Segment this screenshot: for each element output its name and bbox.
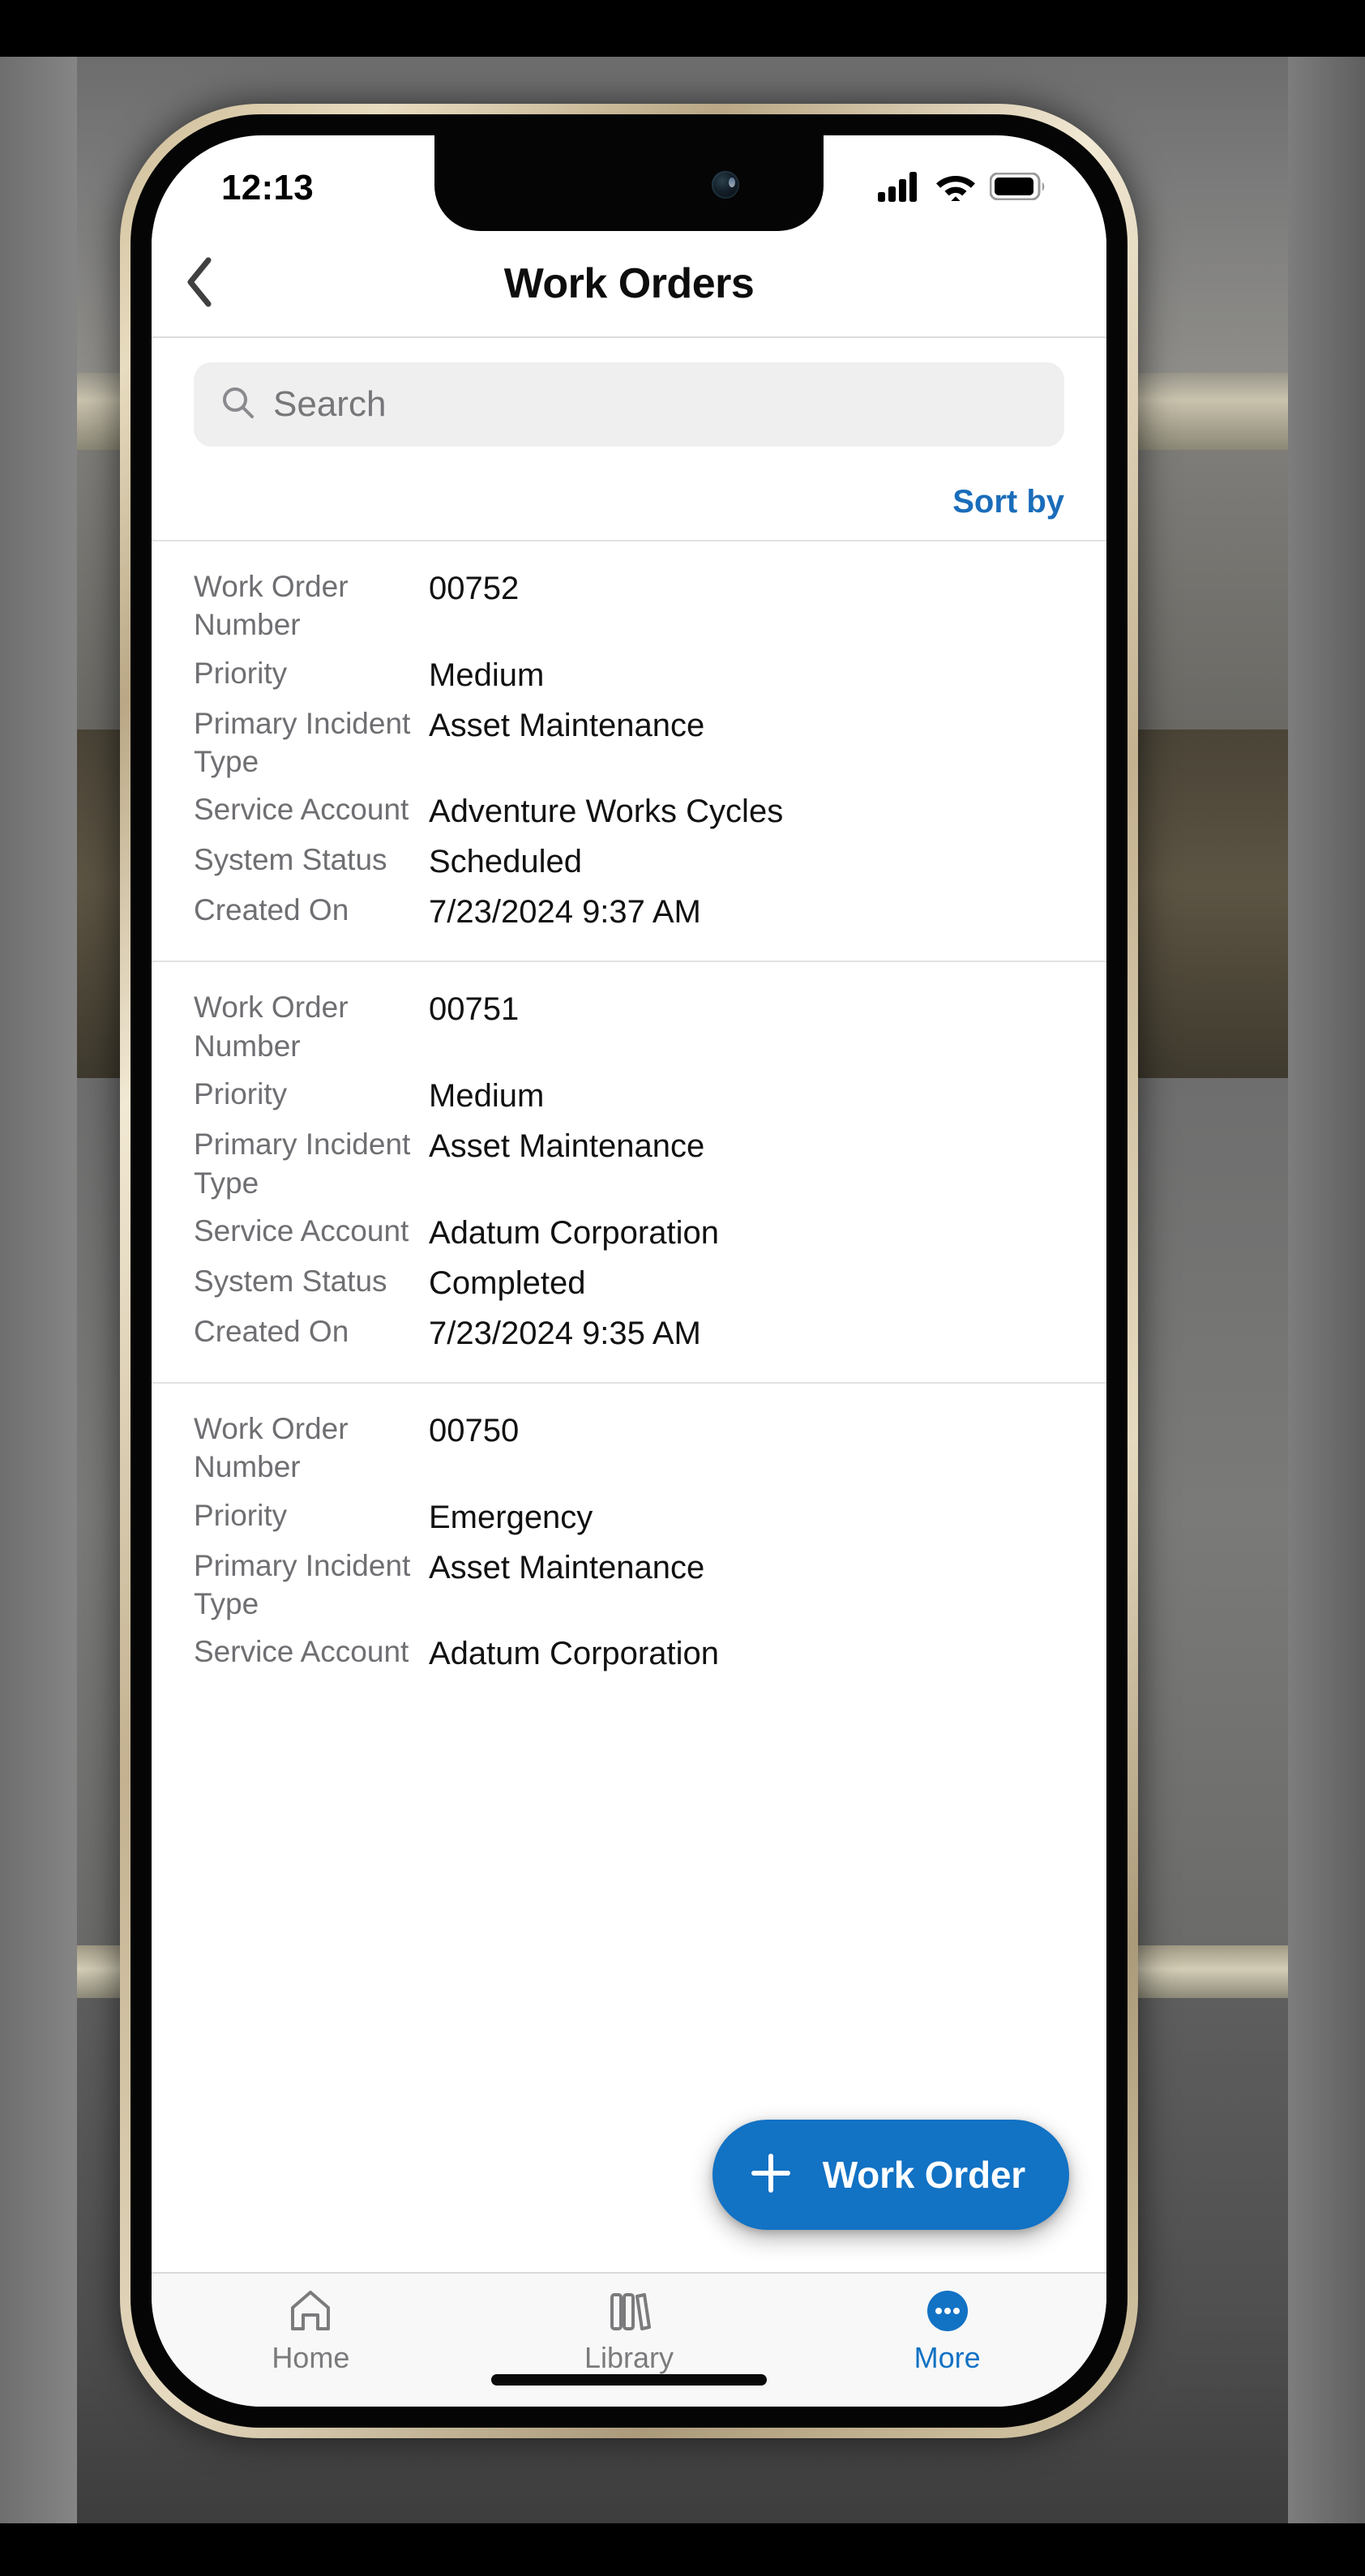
field-label-priority: Priority [194,1498,288,1532]
field-row: Primary Incident Type Asset Maintenance [194,700,1064,786]
field-label-system-status: System Status [194,843,387,877]
phone-bezel: 12:13 Work Orders Search Sort by Work Or… [131,114,1128,2428]
field-row: Primary Incident Type Asset Maintenance [194,1542,1064,1628]
field-row: Primary Incident Type Asset Maintenance [194,1120,1064,1207]
field-label-primary-incident-type: Primary Incident Type [194,1548,411,1620]
field-row: Priority Medium [194,1070,1064,1120]
tab-more[interactable]: More [788,2274,1106,2407]
tab-more-label: More [914,2341,981,2374]
field-value-created-on: 7/23/2024 9:35 AM [429,1315,701,1351]
field-value-created-on: 7/23/2024 9:37 AM [429,894,701,931]
field-value-priority: Medium [429,1078,545,1115]
field-row: System Status Scheduled [194,836,1064,886]
fab-label: Work Order [822,2154,1025,2196]
backdrop-edge-left [0,57,77,2523]
battery-icon [989,172,1046,204]
new-work-order-fab[interactable]: Work Order [712,2120,1069,2230]
home-icon [287,2287,334,2334]
field-label-primary-incident-type: Primary Incident Type [194,706,411,779]
tab-bar: Home Library More [152,2272,1106,2407]
field-value-primary-incident-type: Asset Maintenance [429,1549,705,1585]
field-value-system-status: Scheduled [429,844,583,880]
field-label-system-status: System Status [194,1264,387,1298]
work-order-card[interactable]: Work Order Number 00751 Priority Medium … [152,961,1106,1381]
field-label-priority: Priority [194,656,288,690]
search-placeholder: Search [273,384,387,424]
search-container: Search [152,338,1106,447]
field-row: Service Account Adatum Corporation [194,1628,1064,1678]
field-label-created-on: Created On [194,893,349,927]
search-icon [221,386,255,424]
field-label-service-account: Service Account [194,793,409,827]
field-label-work-order-number: Work Order Number [194,570,349,642]
field-row: Priority Medium [194,649,1064,700]
field-value-work-order-number: 00752 [429,571,520,606]
field-value-service-account: Adventure Works Cycles [429,794,784,830]
home-indicator[interactable] [491,2374,767,2386]
wifi-icon [935,171,976,206]
more-ellipsis-icon [924,2287,971,2334]
field-value-priority: Emergency [429,1499,593,1535]
page-title: Work Orders [503,260,755,307]
work-order-card[interactable]: Work Order Number 00752 Priority Medium … [152,540,1106,961]
phone-device: 12:13 Work Orders Search Sort by Work Or… [120,104,1138,2438]
field-value-service-account: Adatum Corporation [429,1214,719,1251]
field-value-system-status: Completed [429,1264,586,1301]
field-row: Service Account Adatum Corporation [194,1207,1064,1257]
tab-home-label: Home [272,2341,350,2374]
nav-bar: Work Orders [152,231,1106,338]
phone-screen: 12:13 Work Orders Search Sort by Work Or… [152,135,1106,2407]
tab-library[interactable]: Library [470,2274,789,2407]
chevron-left-icon [184,255,216,313]
status-indicators [878,171,1046,206]
field-label-work-order-number: Work Order Number [194,1411,349,1484]
field-value-primary-incident-type: Asset Maintenance [429,707,705,743]
field-label-service-account: Service Account [194,1635,409,1669]
field-row: Created On 7/23/2024 9:37 AM [194,886,1064,936]
status-clock: 12:13 [221,168,315,208]
tab-library-label: Library [584,2341,674,2374]
backdrop-edge-right [1288,57,1365,2523]
backdrop-band [0,0,1365,57]
field-value-primary-incident-type: Asset Maintenance [429,1128,705,1165]
field-label-priority: Priority [194,1077,288,1111]
backdrop-band [0,2523,1365,2576]
library-icon [605,2287,653,2334]
field-value-priority: Medium [429,657,545,693]
field-label-primary-incident-type: Primary Incident Type [194,1128,411,1200]
tab-home[interactable]: Home [152,2274,470,2407]
field-row: Work Order Number 00751 [194,983,1064,1070]
field-label-work-order-number: Work Order Number [194,991,349,1063]
field-row: System Status Completed [194,1257,1064,1307]
sort-by-button[interactable]: Sort by [952,484,1064,520]
field-value-work-order-number: 00751 [429,991,520,1028]
work-order-card[interactable]: Work Order Number 00750 Priority Emergen… [152,1381,1106,1702]
field-label-service-account: Service Account [194,1213,409,1247]
sort-row: Sort by [152,447,1106,540]
back-button[interactable] [152,231,249,336]
field-value-work-order-number: 00750 [429,1412,520,1448]
field-row: Work Order Number 00750 [194,1405,1064,1491]
work-order-list: Search Sort by Work Order Number 00752 P… [152,338,1106,2272]
plus-icon [748,2150,794,2200]
field-label-created-on: Created On [194,1314,349,1348]
cellular-signal-icon [878,171,922,206]
field-row: Priority Emergency [194,1491,1064,1542]
field-row: Work Order Number 00752 [194,563,1064,649]
search-input[interactable]: Search [194,362,1064,447]
field-row: Created On 7/23/2024 9:35 AM [194,1307,1064,1358]
field-value-service-account: Adatum Corporation [429,1636,719,1672]
field-row: Service Account Adventure Works Cycles [194,785,1064,836]
front-camera-icon [712,171,739,199]
notch [434,135,824,231]
